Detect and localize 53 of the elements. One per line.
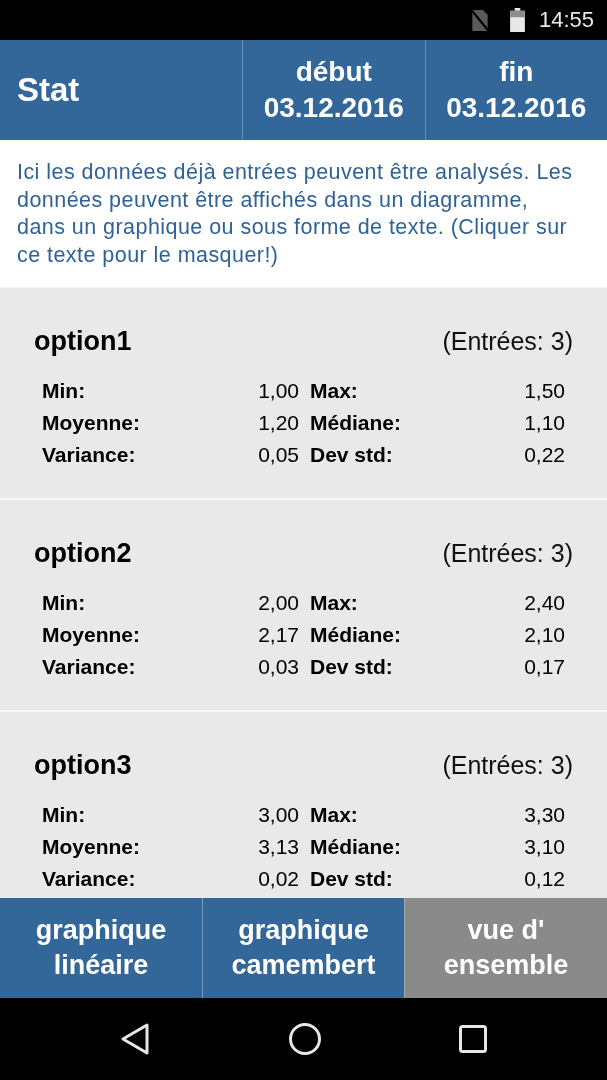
stat-label: Médiane: (309, 410, 402, 436)
home-icon[interactable] (288, 1023, 321, 1055)
stat-value: 2,40 (523, 590, 565, 616)
stat-label: Variance: (42, 654, 137, 680)
stat-value: 3,30 (523, 802, 565, 828)
stat-label: Max: (309, 590, 359, 616)
stat-value: 1,00 (257, 378, 299, 404)
stat-value: 2,00 (257, 590, 299, 616)
stat-value: 1,10 (523, 410, 565, 436)
stat-value: 2,10 (523, 622, 565, 648)
stat-label: Moyenne: (42, 410, 141, 436)
stat-value: 3,13 (257, 834, 299, 860)
info-text[interactable]: Ici les données déjà entrées peuvent être analysés. Les données peuvent être affichés dans un diagramme, dans un graphique ou sous forme de texte. (Cliquer sur ce texte pour le masquer!) (0, 140, 607, 288)
view-tab[interactable]: graphique camembert (202, 898, 404, 998)
stat-label: Variance: (42, 442, 137, 468)
stat-value: 0,12 (523, 866, 565, 892)
entries-count: (Entrées: 3) (442, 538, 573, 568)
entries-count: (Entrées: 3) (442, 326, 573, 356)
stat-label: Min: (42, 378, 87, 404)
page-title: Stat (16, 70, 81, 110)
stat-value: 3,00 (257, 802, 299, 828)
back-icon[interactable] (120, 1023, 149, 1055)
recents-icon[interactable] (458, 1025, 487, 1053)
stat-label: Variance: (42, 866, 137, 892)
stat-label: Max: (309, 378, 359, 404)
no-sim-icon (470, 8, 489, 32)
stat-label: Moyenne: (42, 622, 141, 648)
stat-label: Dev std: (309, 654, 394, 680)
stat-value: 3,10 (523, 834, 565, 860)
battery-icon (509, 8, 525, 32)
stat-label: Min: (42, 802, 87, 828)
stat-value: 0,03 (257, 654, 299, 680)
option-name: option2 (34, 537, 132, 569)
stat-value: 0,17 (523, 654, 565, 680)
stat-label: Médiane: (309, 834, 402, 860)
stat-value: 1,20 (257, 410, 299, 436)
stat-label: Moyenne: (42, 834, 141, 860)
clock-time: 14:55 (538, 7, 594, 33)
stat-label: Max: (309, 802, 359, 828)
stat-value: 2,17 (257, 622, 299, 648)
stat-value: 0,22 (523, 442, 565, 468)
stat-value: 0,05 (257, 442, 299, 468)
entries-count: (Entrées: 3) (442, 750, 573, 780)
stat-value: 0,02 (257, 866, 299, 892)
stat-label: Dev std: (309, 442, 394, 468)
option-name: option3 (34, 749, 132, 781)
stat-value: 1,50 (523, 378, 565, 404)
view-tab[interactable]: vue d' ensemble (404, 898, 607, 998)
stat-label: Min: (42, 590, 87, 616)
view-tab[interactable]: graphique linéaire (0, 898, 202, 998)
stat-label: Dev std: (309, 866, 394, 892)
option-name: option1 (34, 325, 132, 357)
stat-label: Médiane: (309, 622, 402, 648)
